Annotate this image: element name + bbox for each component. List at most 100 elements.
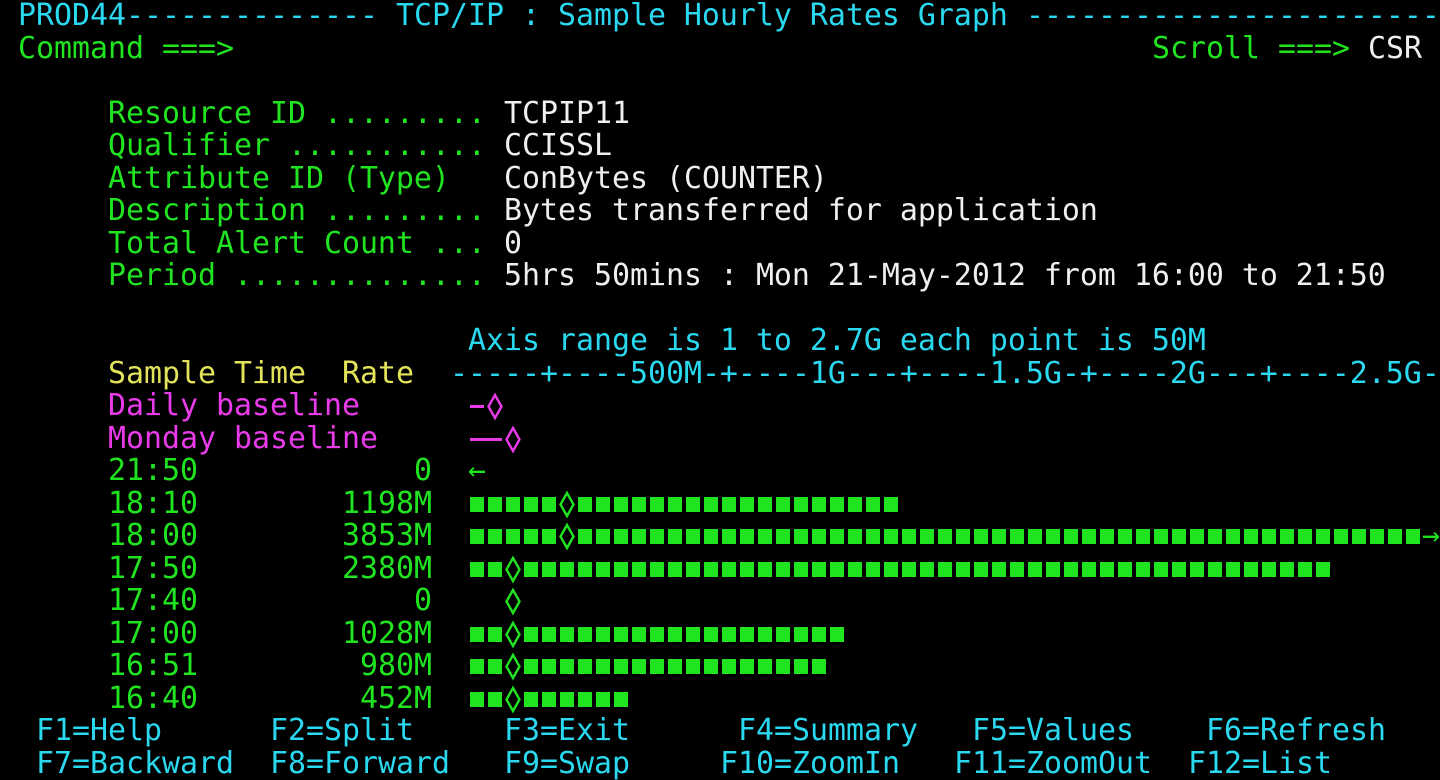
bar-block <box>614 529 628 544</box>
bar-block <box>578 529 592 544</box>
bar-block <box>1208 562 1222 577</box>
bar-block <box>488 529 502 544</box>
bar-block <box>1190 562 1204 577</box>
bar-block <box>1208 529 1222 544</box>
bar-block <box>722 627 736 642</box>
detail-value: Bytes transferred for application <box>504 195 1098 228</box>
bar-block <box>1136 562 1150 577</box>
detail-label: Qualifier ........... <box>108 130 486 163</box>
page-title: TCP/IP : Sample Hourly Rates Graph <box>396 0 1008 33</box>
fkey-f4: F4=Summary <box>738 715 918 748</box>
bar-block <box>956 562 970 577</box>
bar-block <box>560 659 574 674</box>
bar-block <box>758 529 772 544</box>
bar-block <box>1334 529 1348 544</box>
detail-value: 0 <box>504 228 522 261</box>
baseline-diamond-icon <box>504 423 522 456</box>
command-input[interactable] <box>252 33 1116 66</box>
bar-block <box>758 497 772 512</box>
bar-block <box>596 529 610 544</box>
bar-block <box>488 627 502 642</box>
bar-block <box>650 562 664 577</box>
bar-block <box>686 529 700 544</box>
bar-block <box>830 562 844 577</box>
bar-block <box>704 562 718 577</box>
bar-block <box>722 562 736 577</box>
bar-block <box>758 562 772 577</box>
bar-block <box>542 497 556 512</box>
column-header-sample-time: Sample Time <box>108 358 306 391</box>
bar-block <box>1046 529 1060 544</box>
bar-block <box>740 562 754 577</box>
bar-block <box>470 497 484 512</box>
bar-block <box>470 627 484 642</box>
bar-block <box>1028 562 1042 577</box>
column-header-rate: Rate <box>342 358 414 391</box>
sample-time: 18:10 <box>108 488 198 521</box>
bar-block <box>866 529 880 544</box>
bar-block <box>794 627 808 642</box>
fkey-f10: F10=ZoomIn <box>720 748 900 780</box>
bar-block <box>614 692 628 707</box>
bar-block <box>632 659 646 674</box>
bar-block <box>470 529 484 544</box>
bar-block <box>1226 562 1240 577</box>
title-divider-right: ----------------------- <box>1026 0 1440 33</box>
bar-block <box>524 627 538 642</box>
bar-block <box>740 659 754 674</box>
bar-block <box>704 659 718 674</box>
bar-block <box>1010 529 1024 544</box>
bar-block <box>686 562 700 577</box>
sample-rate: 3853M <box>342 520 432 553</box>
scroll-field[interactable]: CSR <box>1368 33 1422 66</box>
bar-block <box>974 562 988 577</box>
bar-block <box>812 659 826 674</box>
bar-block <box>668 562 682 577</box>
detail-value: 5hrs 50mins : Mon 21-May-2012 from 16:00… <box>504 260 1386 293</box>
bar-block <box>722 659 736 674</box>
bar-block <box>650 659 664 674</box>
bar-block <box>722 529 736 544</box>
detail-label: Period .............. <box>108 260 486 293</box>
bar-block <box>992 529 1006 544</box>
detail-value: TCPIP11 <box>504 98 630 131</box>
bar-block <box>614 627 628 642</box>
bar-block <box>776 497 790 512</box>
bar-block <box>848 497 862 512</box>
bar-block <box>596 627 610 642</box>
bar-block <box>524 659 538 674</box>
bar-block <box>632 497 646 512</box>
fkey-f7: F7=Backward <box>36 748 234 780</box>
sample-time: 17:50 <box>108 553 198 586</box>
fkey-f6: F6=Refresh <box>1206 715 1386 748</box>
command-prompt: Command ===> <box>18 33 234 66</box>
bar-block <box>884 497 898 512</box>
bar-block <box>614 562 628 577</box>
fkey-f2: F2=Split <box>270 715 414 748</box>
baseline-line-sample <box>470 405 484 408</box>
bar-block <box>578 659 592 674</box>
bar-block <box>722 497 736 512</box>
title-divider-left: -------------- <box>126 0 378 33</box>
baseline-marker-diamond-icon <box>504 618 522 651</box>
bar-block <box>1136 529 1150 544</box>
bar-block <box>812 562 826 577</box>
baseline-diamond-icon <box>486 390 504 423</box>
baseline-marker-diamond-icon <box>504 553 522 586</box>
bar-block <box>560 692 574 707</box>
bar-block <box>614 497 628 512</box>
detail-label: Description ......... <box>108 195 486 228</box>
bar-block <box>830 497 844 512</box>
terminal-screen: PROD44--------------TCP/IP : Sample Hour… <box>0 0 1440 780</box>
sample-time: 16:51 <box>108 650 198 683</box>
bar-block <box>992 562 1006 577</box>
bar-block <box>1154 562 1168 577</box>
bar-block <box>866 497 880 512</box>
bar-block <box>1262 529 1276 544</box>
sample-time: 18:00 <box>108 520 198 553</box>
bar-block <box>974 529 988 544</box>
bar-block <box>596 692 610 707</box>
sample-rate: 452M <box>360 683 432 716</box>
bar-block <box>776 627 790 642</box>
bar-block <box>668 529 682 544</box>
